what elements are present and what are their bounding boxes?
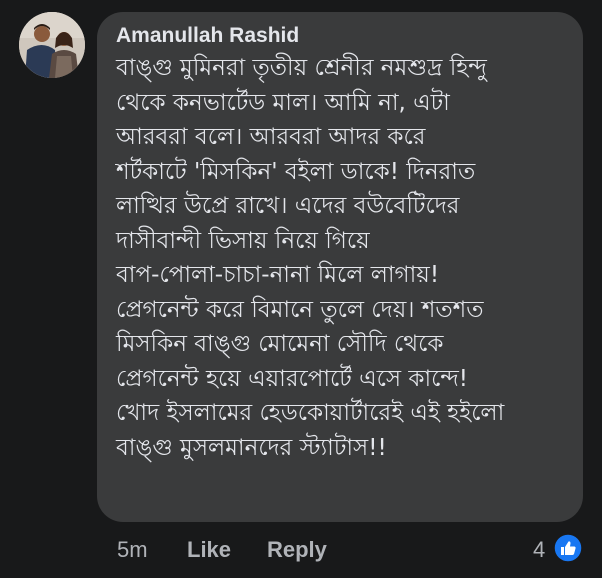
comment-bubble: Amanullah Rashid বাঙ্গু মুমিনরা তৃতীয় শ… xyxy=(97,12,583,522)
comment-screen: Amanullah Rashid বাঙ্গু মুমিনরা তৃতীয় শ… xyxy=(0,0,602,578)
like-button[interactable]: Like xyxy=(187,536,231,564)
thumbs-up-icon[interactable] xyxy=(553,533,583,563)
comment-line: আরবরা বলে। আরবরা আদর করে xyxy=(116,124,426,150)
avatar[interactable] xyxy=(19,12,85,78)
avatar-photo xyxy=(19,12,85,78)
comment-line: মিসকিন বাঙ্গু মোমেনা সৌদি থেকে xyxy=(116,331,444,357)
comment-line: থেকে কনভার্টেড মাল। আমি না, এটা xyxy=(116,89,450,116)
comment-footer: 5m Like Reply 4 xyxy=(0,530,602,570)
comment-body: বাঙ্গু মুমিনরা তৃতীয় শ্রেনীর নমশুদ্র হি… xyxy=(116,51,573,465)
comment-author[interactable]: Amanullah Rashid xyxy=(116,23,573,49)
comment-line: দাসীবান্দী ভিসায় নিয়ে গিয়ে xyxy=(116,227,370,254)
comment-timestamp[interactable]: 5m xyxy=(117,536,148,564)
comment-line: প্রেগনেন্ট করে বিমানে তুলে দেয়। শতশত xyxy=(116,296,484,323)
comment-line: বাঙ্গু মুসলমানদের স্ট্যাটাস!! xyxy=(116,434,387,461)
comment-line: শর্টকাটে 'মিসকিন' বইলা ডাকে! দিনরাত xyxy=(116,158,476,185)
comment-line: লাত্থির উপ্রে রাখে। এদের বউবেটিদের xyxy=(116,193,460,219)
comment-line: বাঙ্গু মুমিনরা তৃতীয় শ্রেনীর নমশুদ্র হি… xyxy=(116,55,487,81)
reaction-count[interactable]: 4 xyxy=(533,536,545,564)
comment-line: প্রেগনেন্ট হয়ে এয়ারপোর্টে এসে কান্দে! xyxy=(116,365,469,392)
comment-line: খোদ ইসলামের হেডকোয়ার্টারেই এই হইলো xyxy=(116,400,505,426)
comment-line: বাপ-পোলা-চাচা-নানা মিলে লাগায়! xyxy=(116,262,440,288)
reply-button[interactable]: Reply xyxy=(267,536,327,564)
